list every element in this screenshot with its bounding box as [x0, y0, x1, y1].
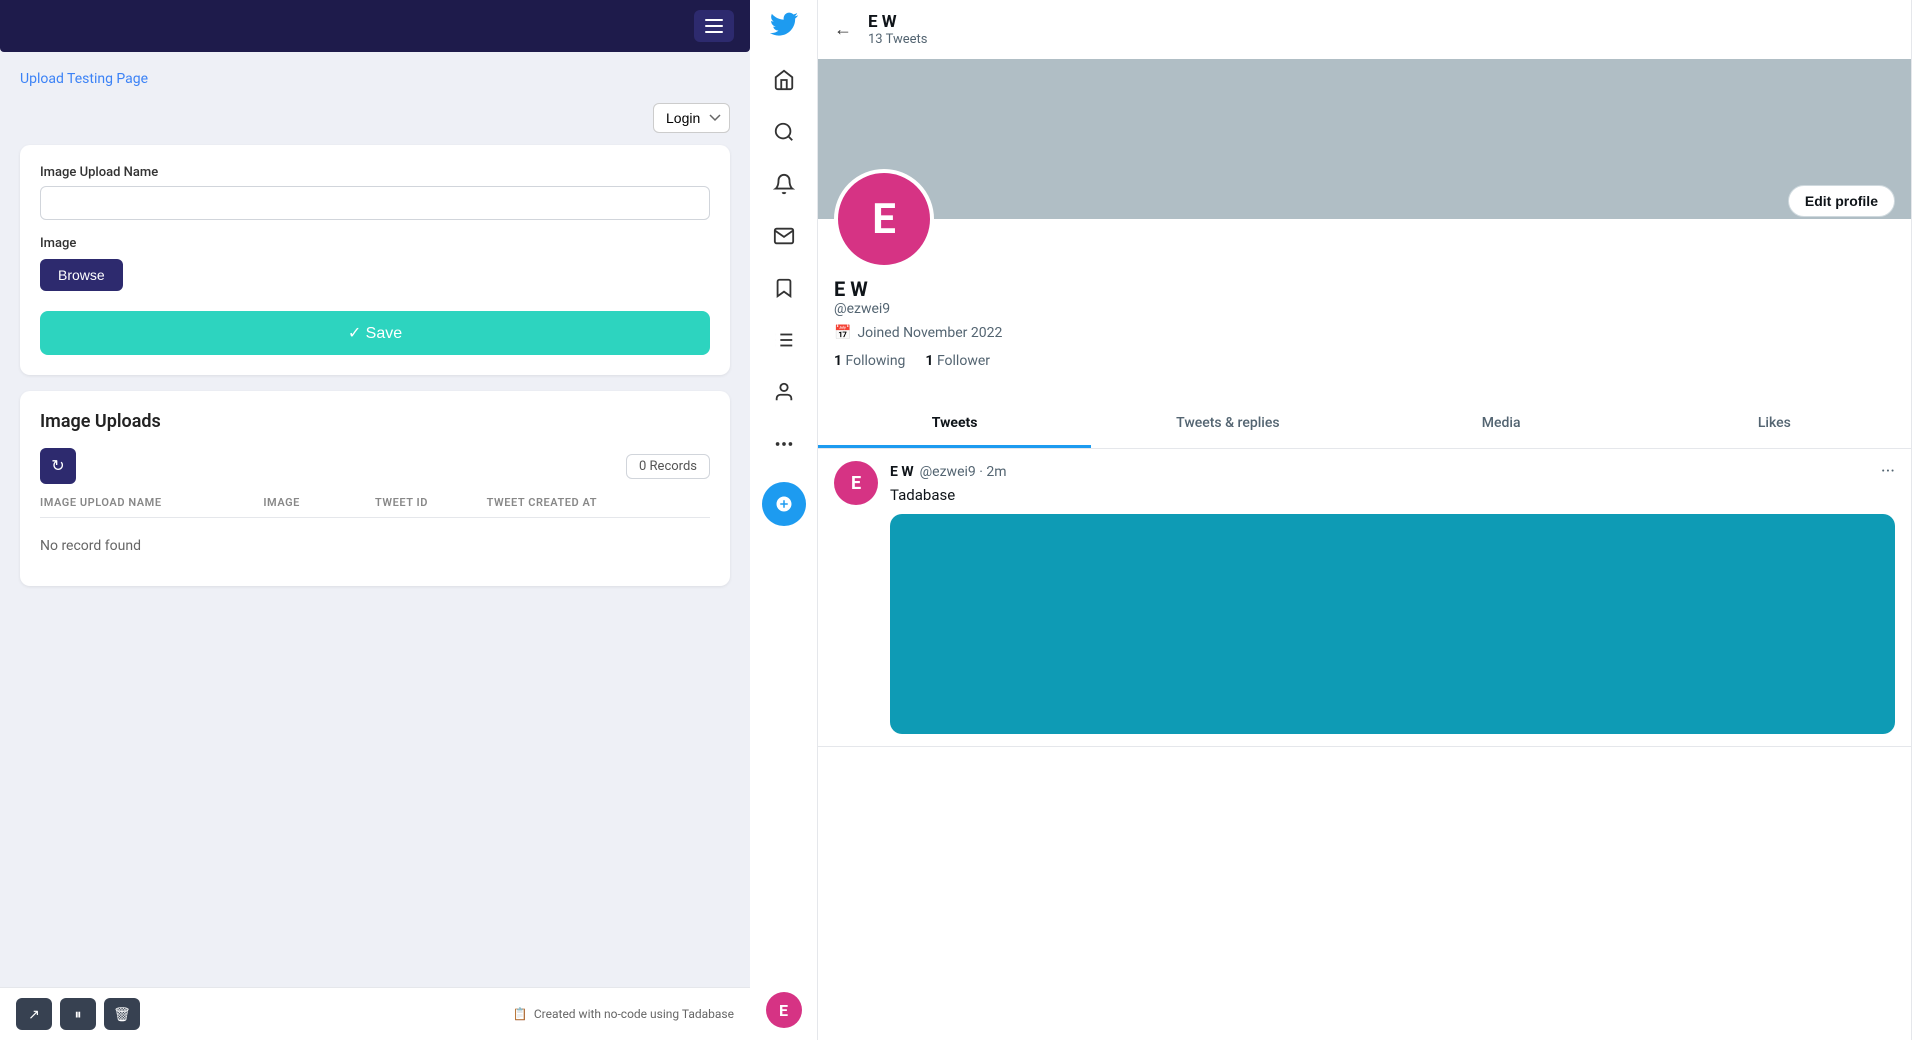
profile-name: E W [834, 277, 1895, 301]
browse-button[interactable]: Browse [40, 259, 123, 291]
col-tweet-id: TWEET ID [375, 496, 487, 509]
pause-icon: ⏸ [75, 1006, 82, 1023]
col-image-upload-name: IMAGE UPLOAD NAME [40, 496, 263, 509]
image-uploads-card: Image Uploads ↻ 0 Records IMAGE UPLOAD N… [20, 391, 730, 586]
profile-stats: 1 Following 1 Follower [834, 353, 1895, 369]
profile-header-name: E W [868, 12, 928, 32]
twitter-main: ← E W 13 Tweets E Edit profile E W @ezwe… [818, 0, 1912, 1040]
login-select[interactable]: Login [653, 103, 730, 133]
records-badge: 0 Records [626, 454, 710, 479]
refresh-button[interactable]: ↻ [40, 448, 76, 484]
profile-avatar: E [834, 169, 934, 269]
delete-button[interactable]: 🗑 [104, 998, 140, 1030]
image-field-label: Image [40, 236, 710, 251]
tweet-user-info: E W @ezwei9 · 2m [890, 464, 1007, 480]
edit-profile-button[interactable]: Edit profile [1788, 185, 1895, 217]
tab-tweets-replies[interactable]: Tweets & replies [1091, 401, 1364, 448]
compose-button[interactable] [762, 482, 806, 526]
back-icon: ← [834, 19, 852, 40]
joined-date: Joined November 2022 [857, 325, 1002, 341]
following-count: 1 [834, 353, 842, 369]
hamburger-line-3 [705, 31, 723, 33]
tweet-image [890, 514, 1895, 734]
image-field: Browse [40, 259, 710, 311]
footer-brand: 📋 Created with no-code using Tadabase [513, 1007, 734, 1021]
tweet-container: E E W @ezwei9 · 2m ··· Tadabase [818, 449, 1911, 747]
back-button[interactable]: ← [834, 19, 852, 40]
hamburger-button[interactable] [694, 10, 734, 42]
tweet-content: E W @ezwei9 · 2m ··· Tadabase [890, 461, 1895, 734]
followers-count: 1 [925, 353, 933, 369]
refresh-icon: ↻ [51, 456, 64, 476]
left-panel: Upload Testing Page Login Image Upload N… [0, 0, 750, 1040]
twitter-sidebar: E [750, 0, 818, 1040]
image-uploads-title: Image Uploads [40, 411, 710, 432]
tweet-header: E W @ezwei9 · 2m ··· [890, 461, 1895, 482]
profile-header-info: E W 13 Tweets [868, 12, 928, 47]
no-record-message: No record found [40, 526, 710, 566]
sidebar-item-messages[interactable] [762, 214, 806, 258]
tweet-more-button[interactable]: ··· [1881, 461, 1895, 482]
hamburger-line-1 [705, 19, 723, 21]
sidebar-item-notifications[interactable] [762, 162, 806, 206]
right-panel: E ← E W 13 Tweets E Edit profile E W @ez… [750, 0, 1912, 1040]
tab-media[interactable]: Media [1365, 401, 1638, 448]
sidebar-item-home[interactable] [762, 58, 806, 102]
tweet-handle-time: @ezwei9 · 2m [920, 464, 1007, 480]
followers-stat[interactable]: 1 Follower [925, 353, 990, 369]
image-upload-name-label: Image Upload Name [40, 165, 710, 180]
profile-section: E Edit profile E W @ezwei9 📅 Joined Nove… [818, 169, 1911, 401]
pause-button[interactable]: ⏸ [60, 998, 96, 1030]
profile-handle: @ezwei9 [834, 301, 1895, 317]
col-tweet-created-at: TWEET CREATED AT [487, 496, 710, 509]
calendar-icon: 📅 [834, 325, 851, 341]
left-content: Upload Testing Page Login Image Upload N… [0, 52, 750, 987]
table-header: IMAGE UPLOAD NAME IMAGE TWEET ID TWEET C… [40, 496, 710, 518]
tweet-text: Tadabase [890, 486, 1895, 504]
twitter-logo [770, 12, 798, 42]
footer-brand-text: Created with no-code using Tadabase [534, 1007, 734, 1021]
tweet-name: E W [890, 464, 914, 480]
footer-actions: ↗ ⏸ 🗑 [16, 998, 140, 1030]
profile-tabs: Tweets Tweets & replies Media Likes [818, 401, 1911, 449]
profile-meta: 📅 Joined November 2022 [834, 325, 1895, 341]
tab-likes[interactable]: Likes [1638, 401, 1911, 448]
profile-header-bar: ← E W 13 Tweets [818, 0, 1911, 59]
sidebar-item-search[interactable] [762, 110, 806, 154]
following-label: Following [846, 353, 906, 369]
followers-label: Follower [937, 353, 990, 369]
delete-icon: 🗑 [113, 1006, 131, 1023]
left-footer: ↗ ⏸ 🗑 📋 Created with no-code using Tadab… [0, 987, 750, 1040]
sidebar-item-profile[interactable] [762, 370, 806, 414]
hamburger-line-2 [705, 25, 723, 27]
external-link-button[interactable]: ↗ [16, 998, 52, 1030]
tweet-avatar: E [834, 461, 878, 505]
col-image: IMAGE [263, 496, 375, 509]
table-toolbar: ↻ 0 Records [40, 448, 710, 484]
upload-form-card: Image Upload Name Image Browse ✓ Save [20, 145, 730, 375]
following-stat[interactable]: 1 Following [834, 353, 905, 369]
sidebar-item-lists[interactable] [762, 318, 806, 362]
profile-header-tweet-count: 13 Tweets [868, 32, 928, 47]
sidebar-item-bookmarks[interactable] [762, 266, 806, 310]
breadcrumb[interactable]: Upload Testing Page [20, 71, 148, 87]
app-header [0, 0, 750, 52]
tab-tweets[interactable]: Tweets [818, 401, 1091, 448]
sidebar-item-more[interactable] [762, 422, 806, 466]
sidebar-profile-avatar[interactable]: E [766, 992, 802, 1028]
login-row: Login [20, 103, 730, 133]
external-link-icon: ↗ [28, 1006, 40, 1023]
save-button[interactable]: ✓ Save [40, 311, 710, 355]
image-upload-name-input[interactable] [40, 186, 710, 220]
tadabase-icon: 📋 [513, 1007, 528, 1021]
